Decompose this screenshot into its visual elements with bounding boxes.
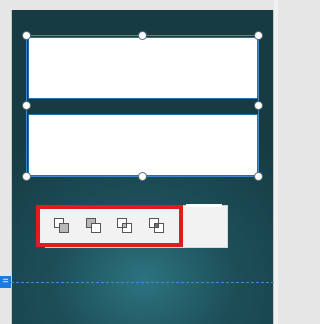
resize-handle-bottom-left[interactable] bbox=[22, 172, 31, 181]
resize-handle-top-center[interactable] bbox=[138, 31, 147, 40]
shape-top-rectangle[interactable] bbox=[28, 37, 258, 99]
resize-handle-bottom-center[interactable] bbox=[138, 172, 147, 181]
horizontal-guide-line[interactable] bbox=[11, 282, 274, 283]
resize-handle-top-right[interactable] bbox=[254, 31, 263, 40]
bring-forward-icon bbox=[117, 218, 133, 233]
shape-bottom-rectangle[interactable] bbox=[28, 114, 258, 176]
resize-handle-bottom-right[interactable] bbox=[254, 172, 263, 181]
send-to-back-button[interactable] bbox=[81, 213, 107, 239]
bring-to-front-icon bbox=[53, 218, 69, 233]
resize-handle-middle-right[interactable] bbox=[254, 101, 263, 110]
bring-forward-button[interactable] bbox=[112, 213, 138, 239]
arrange-toolbar-highlight bbox=[36, 205, 183, 247]
resize-handle-top-left[interactable] bbox=[22, 31, 31, 40]
send-backward-icon bbox=[149, 218, 165, 233]
editor-stage: = bbox=[0, 0, 278, 324]
resize-handle-middle-left[interactable] bbox=[22, 101, 31, 110]
right-gutter bbox=[274, 0, 278, 324]
top-label bbox=[0, 0, 278, 10]
send-to-back-icon bbox=[85, 218, 101, 233]
send-backward-button[interactable] bbox=[144, 213, 170, 239]
guide-marker[interactable]: = bbox=[0, 276, 11, 288]
bring-to-front-button[interactable] bbox=[49, 213, 75, 239]
